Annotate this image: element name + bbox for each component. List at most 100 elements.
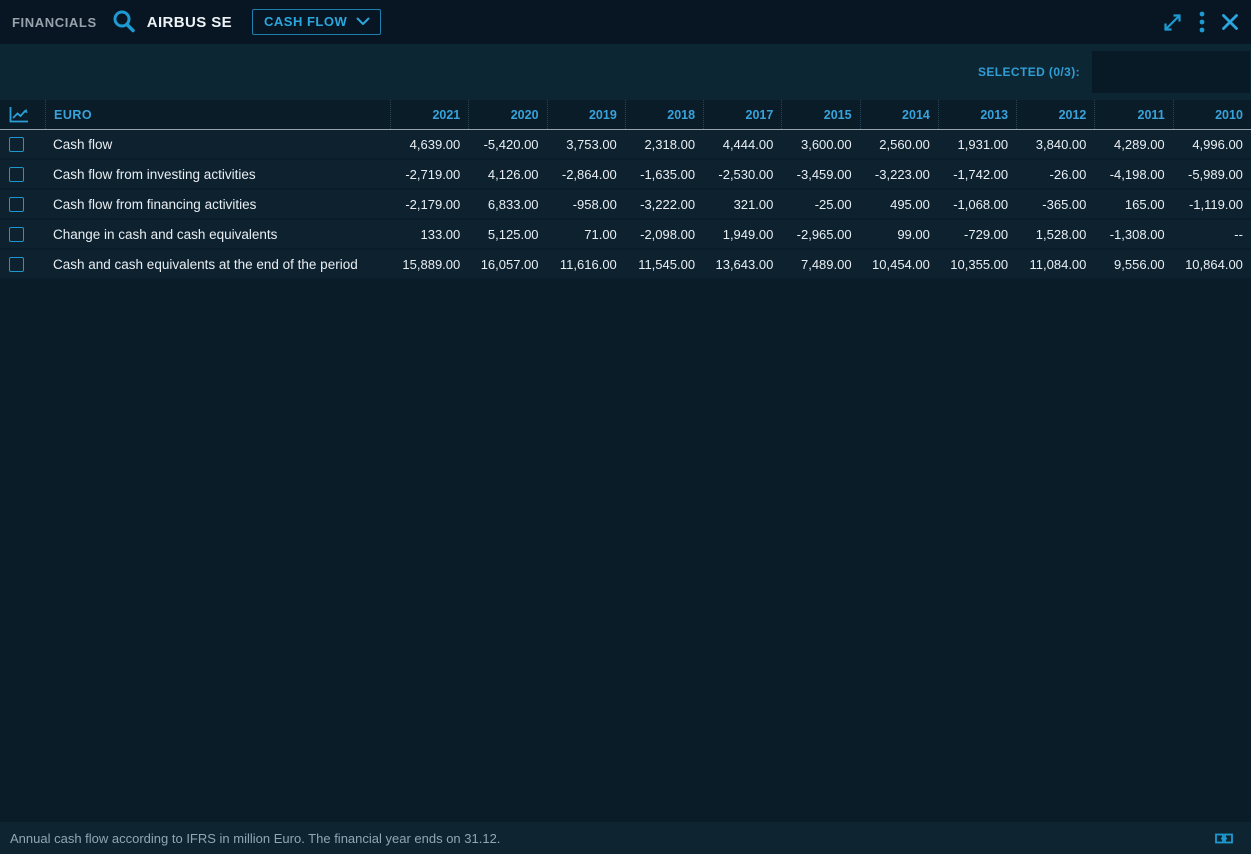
value-cell: 165.00 [1094,190,1172,218]
year-header-2014: 2014 [860,100,938,129]
topbar-actions [1162,11,1239,33]
value-cell: 11,616.00 [547,250,625,278]
value-cell: -3,223.00 [860,160,938,188]
row-label: Cash flow [45,137,390,152]
value-cell: -2,098.00 [625,220,703,248]
statement-dropdown[interactable]: CASH FLOW [252,9,381,35]
value-cell: 4,289.00 [1094,130,1172,158]
value-cell: -3,459.00 [781,160,859,188]
row-label: Cash flow from investing activities [45,167,390,182]
table-row: Cash flow from financing activities -2,1… [0,190,1251,218]
selected-count-label: SELECTED (0/3): [978,65,1080,79]
value-cell: 13,643.00 [703,250,781,278]
row-values: 4,639.00-5,420.003,753.002,318.004,444.0… [390,130,1251,158]
row-checkbox[interactable] [9,257,24,272]
value-cell: 4,996.00 [1173,130,1251,158]
row-checkbox[interactable] [9,197,24,212]
value-cell: 10,454.00 [860,250,938,278]
value-cell: -1,742.00 [938,160,1016,188]
more-options-button[interactable] [1199,11,1205,33]
link-button[interactable] [1215,833,1233,844]
value-cell: 7,489.00 [781,250,859,278]
value-cell: 1,949.00 [703,220,781,248]
year-header-2015: 2015 [781,100,859,129]
value-cell: 321.00 [703,190,781,218]
value-cell: 71.00 [547,220,625,248]
year-header-2011: 2011 [1094,100,1172,129]
topbar: FINANCIALS AIRBUS SE CASH FLOW [0,0,1251,44]
table-row: Change in cash and cash equivalents 133.… [0,220,1251,248]
value-cell: 2,560.00 [860,130,938,158]
close-button[interactable] [1221,13,1239,31]
value-cell: 133.00 [390,220,468,248]
value-cell: 9,556.00 [1094,250,1172,278]
kebab-menu-icon [1199,11,1205,33]
checkbox-cell [0,197,45,212]
value-cell: 3,600.00 [781,130,859,158]
line-chart-icon [9,106,29,123]
value-cell: 5,125.00 [468,220,546,248]
value-cell: 4,444.00 [703,130,781,158]
table-row: Cash and cash equivalents at the end of … [0,250,1251,278]
value-cell: -1,119.00 [1173,190,1251,218]
value-cell: -5,420.00 [468,130,546,158]
value-cell: 1,931.00 [938,130,1016,158]
value-cell: -- [1173,220,1251,248]
row-values: 133.005,125.0071.00-2,098.001,949.00-2,9… [390,220,1251,248]
value-cell: 4,639.00 [390,130,468,158]
value-cell: 3,753.00 [547,130,625,158]
selected-items-box[interactable] [1092,51,1250,93]
row-values: -2,179.006,833.00-958.00-3,222.00321.00 -… [390,190,1251,218]
search-icon-glyph [111,9,137,35]
value-cell: -2,864.00 [547,160,625,188]
currency-header: EURO [45,100,390,129]
value-cell: 4,126.00 [468,160,546,188]
table-row: Cash flow 4,639.00-5,420.003,753.002,318… [0,130,1251,158]
value-cell: 10,864.00 [1173,250,1251,278]
expand-button[interactable] [1162,12,1183,33]
search-icon[interactable] [111,9,137,35]
value-cell: -5,989.00 [1173,160,1251,188]
row-label: Cash flow from financing activities [45,197,390,212]
value-cell: 99.00 [860,220,938,248]
row-values: -2,719.004,126.00-2,864.00-1,635.00-2,53… [390,160,1251,188]
table-row: Cash flow from investing activities -2,7… [0,160,1251,188]
value-cell: -2,179.00 [390,190,468,218]
value-cell: -4,198.00 [1094,160,1172,188]
value-cell: -26.00 [1016,160,1094,188]
filter-band: SELECTED (0/3): [0,44,1251,100]
year-header-2019: 2019 [547,100,625,129]
year-header-2020: 2020 [468,100,546,129]
table-body: Cash flow 4,639.00-5,420.003,753.002,318… [0,130,1251,278]
footnote: Annual cash flow according to IFRS in mi… [10,831,500,846]
year-headers: 2021202020192018201720152014201320122011… [390,100,1251,129]
checkbox-cell [0,137,45,152]
value-cell: -2,530.00 [703,160,781,188]
year-header-2017: 2017 [703,100,781,129]
row-checkbox[interactable] [9,137,24,152]
row-checkbox[interactable] [9,227,24,242]
year-header-2010: 2010 [1173,100,1251,129]
company-name: AIRBUS SE [147,14,232,31]
chart-view-button[interactable] [9,106,29,123]
row-label: Cash and cash equivalents at the end of … [45,257,390,272]
value-cell: 6,833.00 [468,190,546,218]
year-header-2012: 2012 [1016,100,1094,129]
value-cell: 11,084.00 [1016,250,1094,278]
cashflow-table: EURO 20212020201920182017201520142013201… [0,100,1251,278]
value-cell: -3,222.00 [625,190,703,218]
value-cell: 11,545.00 [625,250,703,278]
value-cell: -1,068.00 [938,190,1016,218]
row-label: Change in cash and cash equivalents [45,227,390,242]
expand-icon [1162,12,1183,33]
chevron-down-icon [356,17,370,26]
app-title: FINANCIALS [12,15,97,30]
year-header-2013: 2013 [938,100,1016,129]
value-cell: -2,719.00 [390,160,468,188]
value-cell: 495.00 [860,190,938,218]
value-cell: -729.00 [938,220,1016,248]
row-checkbox[interactable] [9,167,24,182]
value-cell: -958.00 [547,190,625,218]
value-cell: -2,965.00 [781,220,859,248]
year-header-2018: 2018 [625,100,703,129]
